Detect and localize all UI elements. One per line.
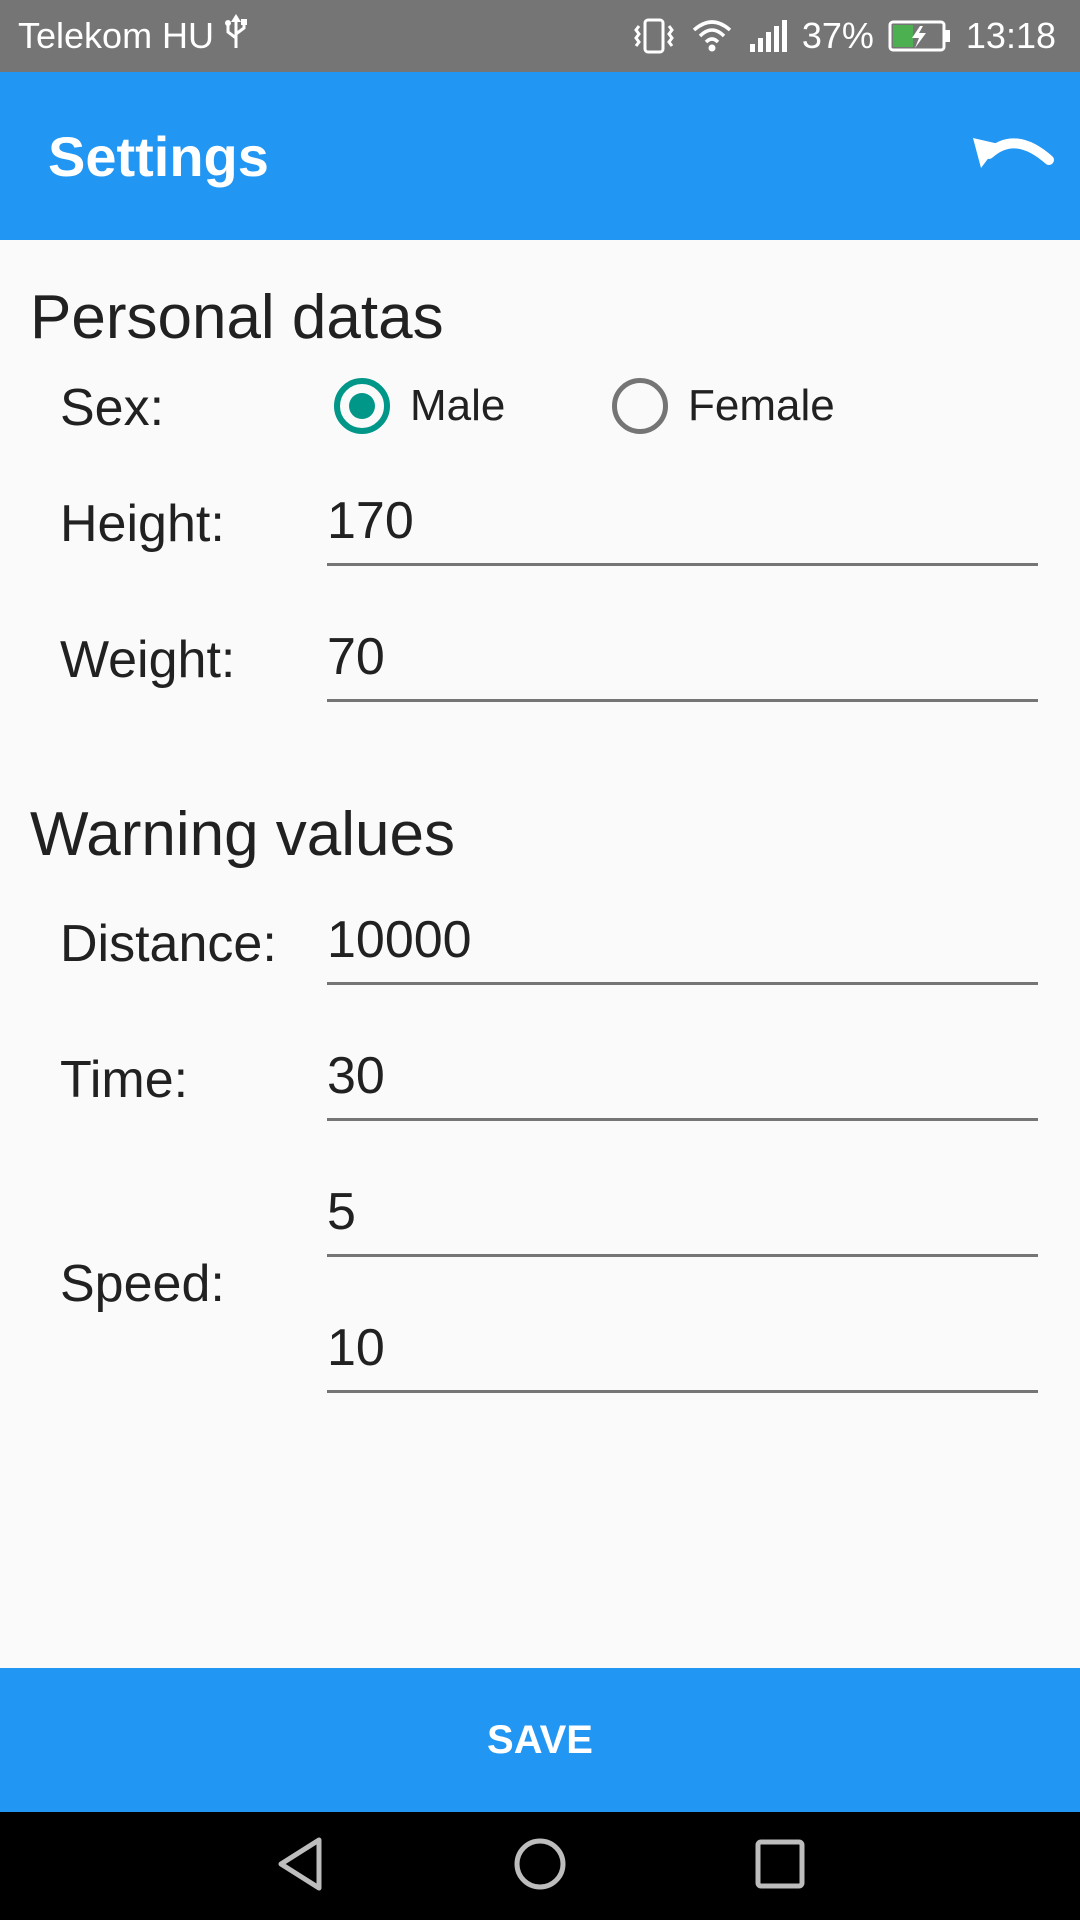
weight-label: Weight: (60, 631, 236, 689)
sex-radio-male[interactable]: Male (334, 378, 505, 434)
back-icon (275, 1836, 325, 1897)
battery-percent: 37% (801, 15, 874, 56)
status-left: Telekom HU (18, 0, 250, 72)
sex-option-female-label: Female (688, 381, 835, 430)
nav-home-button[interactable] (500, 1826, 580, 1906)
sex-label: Sex: (60, 379, 165, 437)
app-bar: Settings (0, 72, 1080, 240)
undo-button[interactable] (968, 112, 1056, 200)
radio-unchecked-icon (612, 378, 668, 434)
status-right: 37% 13:18 (632, 0, 1056, 72)
speed-max-input[interactable] (327, 1305, 1038, 1393)
save-button[interactable]: SAVE (0, 1668, 1080, 1812)
height-input[interactable] (327, 478, 1038, 566)
clock-time: 13:18 (965, 15, 1056, 56)
time-input[interactable] (327, 1033, 1038, 1121)
battery-charging-icon (888, 18, 952, 54)
nav-recents-button[interactable] (740, 1826, 820, 1906)
wifi-icon (690, 16, 734, 56)
undo-icon (969, 124, 1055, 189)
home-icon (512, 1836, 568, 1897)
distance-label: Distance: (60, 915, 277, 973)
recents-icon (754, 1838, 806, 1895)
sex-option-male-label: Male (410, 381, 506, 430)
distance-input[interactable] (327, 897, 1038, 985)
nav-back-button[interactable] (260, 1826, 340, 1906)
warnings-section-title: Warning values (30, 800, 456, 869)
sex-radio-female[interactable]: Female (612, 378, 835, 434)
signal-icon (748, 16, 788, 56)
speed-min-input[interactable] (327, 1169, 1038, 1257)
carrier-name: Telekom HU (18, 15, 215, 56)
height-label: Height: (60, 495, 225, 553)
status-bar: Telekom HU 37% 13:18 (0, 0, 1080, 72)
radio-checked-icon (334, 378, 390, 434)
vibrate-icon (632, 16, 676, 56)
weight-input[interactable] (327, 614, 1038, 702)
usb-icon (222, 12, 250, 61)
time-label: Time: (60, 1051, 189, 1109)
page-title: Settings (48, 124, 269, 188)
settings-screen: Telekom HU 37% 13:18 Settings Personal d… (0, 0, 1080, 1920)
speed-label: Speed: (60, 1255, 225, 1313)
personal-section-title: Personal datas (30, 283, 444, 352)
navigation-bar (0, 1812, 1080, 1920)
